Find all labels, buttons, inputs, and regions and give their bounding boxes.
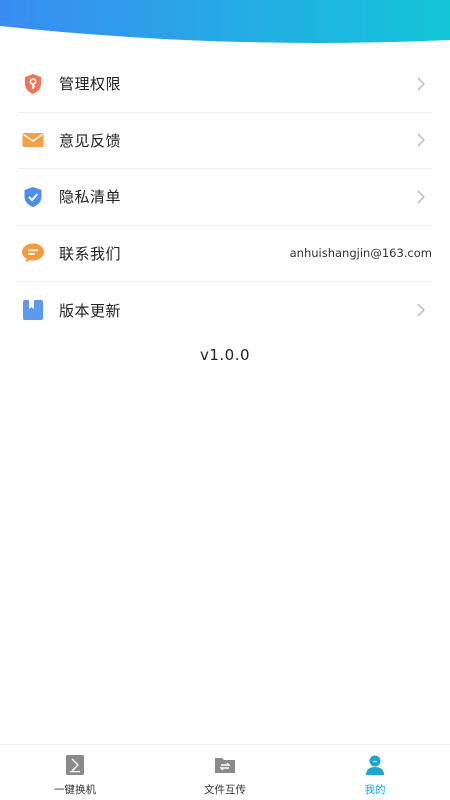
menu-item-permissions[interactable]: 管理权限 — [18, 56, 432, 113]
chevron-right-icon — [417, 77, 425, 91]
chevron-right-icon — [417, 190, 425, 204]
menu-item-label: 联系我们 — [59, 244, 122, 263]
menu-item-label: 意见反馈 — [59, 131, 122, 150]
app-version: v1.0.0 — [199, 346, 251, 364]
settings-menu: 管理权限 意见反馈 隐私清单 联系我们 anhuishangjin@163.co… — [18, 56, 432, 339]
key-shield-icon — [21, 72, 45, 96]
menu-item-version-update[interactable]: 版本更新 — [18, 282, 432, 339]
menu-item-feedback[interactable]: 意见反馈 — [18, 113, 432, 169]
chat-bubble-icon — [21, 241, 45, 265]
menu-item-label: 管理权限 — [59, 75, 122, 94]
user-icon — [366, 755, 384, 775]
menu-item-contact[interactable]: 联系我们 anhuishangjin@163.com — [18, 226, 432, 282]
bottom-tab-bar: 一键换机 文件互传 我的 — [0, 744, 450, 800]
tab-label: 文件互传 — [204, 784, 246, 796]
tab-phone-swap[interactable]: 一键换机 — [0, 745, 150, 800]
header-wave — [0, 0, 450, 43]
envelope-icon — [21, 128, 45, 152]
tab-label: 一键换机 — [54, 784, 96, 796]
chevron-right-icon — [417, 133, 425, 147]
folder-transfer-icon — [215, 758, 235, 773]
bookmark-icon — [21, 298, 45, 322]
tab-mine[interactable]: 我的 — [300, 745, 450, 800]
shield-check-icon — [21, 185, 45, 209]
contact-email: anhuishangjin@163.com — [289, 246, 432, 261]
tab-file-transfer[interactable]: 文件互传 — [150, 745, 300, 800]
menu-item-label: 版本更新 — [59, 301, 122, 320]
phone-swap-icon — [66, 755, 84, 775]
menu-item-label: 隐私清单 — [59, 188, 122, 207]
tab-label: 我的 — [364, 784, 386, 796]
chevron-right-icon — [417, 303, 425, 317]
menu-item-privacy[interactable]: 隐私清单 — [18, 169, 432, 226]
